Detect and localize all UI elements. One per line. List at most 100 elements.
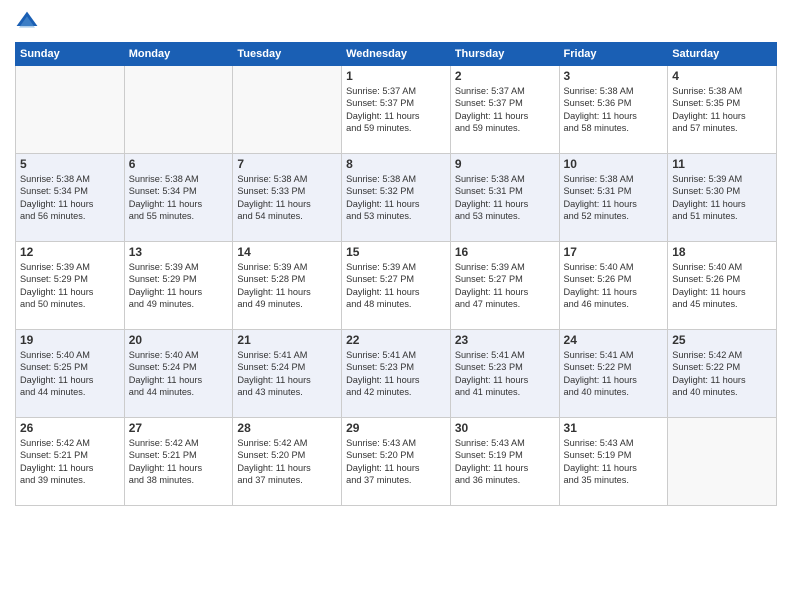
day-info: Sunrise: 5:38 AMSunset: 5:31 PMDaylight:… bbox=[455, 173, 555, 223]
calendar-cell: 18 Sunrise: 5:40 AMSunset: 5:26 PMDayligh… bbox=[668, 242, 777, 330]
day-number: 19 bbox=[20, 333, 120, 347]
day-info: Sunrise: 5:37 AMSunset: 5:37 PMDaylight:… bbox=[346, 85, 446, 135]
calendar-week-2: 5 Sunrise: 5:38 AMSunset: 5:34 PMDaylight… bbox=[16, 154, 777, 242]
day-number: 13 bbox=[129, 245, 229, 259]
day-number: 30 bbox=[455, 421, 555, 435]
day-number: 17 bbox=[564, 245, 664, 259]
calendar-cell bbox=[124, 66, 233, 154]
day-info: Sunrise: 5:39 AMSunset: 5:29 PMDaylight:… bbox=[129, 261, 229, 311]
day-info: Sunrise: 5:41 AMSunset: 5:22 PMDaylight:… bbox=[564, 349, 664, 399]
calendar-cell: 27 Sunrise: 5:42 AMSunset: 5:21 PMDayligh… bbox=[124, 418, 233, 506]
day-number: 12 bbox=[20, 245, 120, 259]
weekday-header-sunday: Sunday bbox=[16, 43, 125, 66]
day-number: 14 bbox=[237, 245, 337, 259]
calendar-cell: 30 Sunrise: 5:43 AMSunset: 5:19 PMDayligh… bbox=[450, 418, 559, 506]
day-info: Sunrise: 5:38 AMSunset: 5:34 PMDaylight:… bbox=[20, 173, 120, 223]
calendar-cell bbox=[668, 418, 777, 506]
day-info: Sunrise: 5:40 AMSunset: 5:25 PMDaylight:… bbox=[20, 349, 120, 399]
day-info: Sunrise: 5:40 AMSunset: 5:26 PMDaylight:… bbox=[672, 261, 772, 311]
calendar-cell: 8 Sunrise: 5:38 AMSunset: 5:32 PMDaylight… bbox=[342, 154, 451, 242]
day-info: Sunrise: 5:39 AMSunset: 5:28 PMDaylight:… bbox=[237, 261, 337, 311]
calendar-cell: 25 Sunrise: 5:42 AMSunset: 5:22 PMDayligh… bbox=[668, 330, 777, 418]
calendar-cell: 21Sunrise: 5:41 AMSunset: 5:24 PMDayligh… bbox=[233, 330, 342, 418]
day-info: Sunrise: 5:37 AMSunset: 5:37 PMDaylight:… bbox=[455, 85, 555, 135]
calendar-cell: 15 Sunrise: 5:39 AMSunset: 5:27 PMDayligh… bbox=[342, 242, 451, 330]
day-number: 7 bbox=[237, 157, 337, 171]
day-info: Sunrise: 5:40 AMSunset: 5:26 PMDaylight:… bbox=[564, 261, 664, 311]
calendar-cell: 29 Sunrise: 5:43 AMSunset: 5:20 PMDayligh… bbox=[342, 418, 451, 506]
day-number: 4 bbox=[672, 69, 772, 83]
calendar-cell: 14 Sunrise: 5:39 AMSunset: 5:28 PMDayligh… bbox=[233, 242, 342, 330]
calendar-cell: 20 Sunrise: 5:40 AMSunset: 5:24 PMDayligh… bbox=[124, 330, 233, 418]
day-info: Sunrise: 5:43 AMSunset: 5:20 PMDaylight:… bbox=[346, 437, 446, 487]
day-info: Sunrise: 5:38 AMSunset: 5:34 PMDaylight:… bbox=[129, 173, 229, 223]
calendar-cell: 9 Sunrise: 5:38 AMSunset: 5:31 PMDaylight… bbox=[450, 154, 559, 242]
calendar-week-3: 12 Sunrise: 5:39 AMSunset: 5:29 PMDayligh… bbox=[16, 242, 777, 330]
day-number: 26 bbox=[20, 421, 120, 435]
calendar-cell: 1 Sunrise: 5:37 AMSunset: 5:37 PMDaylight… bbox=[342, 66, 451, 154]
day-number: 9 bbox=[455, 157, 555, 171]
weekday-header-monday: Monday bbox=[124, 43, 233, 66]
weekday-header-friday: Friday bbox=[559, 43, 668, 66]
day-number: 27 bbox=[129, 421, 229, 435]
day-number: 15 bbox=[346, 245, 446, 259]
calendar-cell: 26 Sunrise: 5:42 AMSunset: 5:21 PMDayligh… bbox=[16, 418, 125, 506]
day-info: Sunrise: 5:40 AMSunset: 5:24 PMDaylight:… bbox=[129, 349, 229, 399]
header bbox=[15, 10, 777, 34]
day-number: 29 bbox=[346, 421, 446, 435]
day-info: Sunrise: 5:42 AMSunset: 5:22 PMDaylight:… bbox=[672, 349, 772, 399]
day-info: Sunrise: 5:42 AMSunset: 5:21 PMDaylight:… bbox=[129, 437, 229, 487]
day-info: Sunrise: 5:43 AMSunset: 5:19 PMDaylight:… bbox=[564, 437, 664, 487]
calendar-table: SundayMondayTuesdayWednesdayThursdayFrid… bbox=[15, 42, 777, 506]
day-number: 21 bbox=[237, 333, 337, 347]
day-info: Sunrise: 5:38 AMSunset: 5:36 PMDaylight:… bbox=[564, 85, 664, 135]
day-number: 24 bbox=[564, 333, 664, 347]
day-info: Sunrise: 5:41 AMSunset: 5:23 PMDaylight:… bbox=[346, 349, 446, 399]
day-info: Sunrise: 5:38 AMSunset: 5:32 PMDaylight:… bbox=[346, 173, 446, 223]
day-info: Sunrise: 5:38 AMSunset: 5:33 PMDaylight:… bbox=[237, 173, 337, 223]
day-info: Sunrise: 5:39 AMSunset: 5:29 PMDaylight:… bbox=[20, 261, 120, 311]
calendar-cell: 16Sunrise: 5:39 AMSunset: 5:27 PMDayligh… bbox=[450, 242, 559, 330]
calendar-cell: 2Sunrise: 5:37 AMSunset: 5:37 PMDaylight… bbox=[450, 66, 559, 154]
day-number: 5 bbox=[20, 157, 120, 171]
calendar-cell: 12 Sunrise: 5:39 AMSunset: 5:29 PMDayligh… bbox=[16, 242, 125, 330]
calendar-cell: 3Sunrise: 5:38 AMSunset: 5:36 PMDaylight… bbox=[559, 66, 668, 154]
calendar-cell: 19 Sunrise: 5:40 AMSunset: 5:25 PMDayligh… bbox=[16, 330, 125, 418]
day-number: 11 bbox=[672, 157, 772, 171]
day-number: 18 bbox=[672, 245, 772, 259]
calendar-cell: 24 Sunrise: 5:41 AMSunset: 5:22 PMDayligh… bbox=[559, 330, 668, 418]
day-number: 25 bbox=[672, 333, 772, 347]
calendar-week-4: 19 Sunrise: 5:40 AMSunset: 5:25 PMDayligh… bbox=[16, 330, 777, 418]
day-info: Sunrise: 5:39 AMSunset: 5:27 PMDaylight:… bbox=[346, 261, 446, 311]
calendar-cell: 17 Sunrise: 5:40 AMSunset: 5:26 PMDayligh… bbox=[559, 242, 668, 330]
day-number: 10 bbox=[564, 157, 664, 171]
day-number: 23 bbox=[455, 333, 555, 347]
day-info: Sunrise: 5:42 AMSunset: 5:20 PMDaylight:… bbox=[237, 437, 337, 487]
page: SundayMondayTuesdayWednesdayThursdayFrid… bbox=[0, 0, 792, 612]
calendar-cell bbox=[233, 66, 342, 154]
logo bbox=[15, 10, 42, 34]
day-info: Sunrise: 5:42 AMSunset: 5:21 PMDaylight:… bbox=[20, 437, 120, 487]
calendar-cell: 22 Sunrise: 5:41 AMSunset: 5:23 PMDayligh… bbox=[342, 330, 451, 418]
day-number: 1 bbox=[346, 69, 446, 83]
day-number: 28 bbox=[237, 421, 337, 435]
day-info: Sunrise: 5:39 AMSunset: 5:27 PMDaylight:… bbox=[455, 261, 555, 311]
weekday-header-tuesday: Tuesday bbox=[233, 43, 342, 66]
day-number: 20 bbox=[129, 333, 229, 347]
day-number: 31 bbox=[564, 421, 664, 435]
logo-icon bbox=[15, 10, 39, 34]
day-info: Sunrise: 5:39 AMSunset: 5:30 PMDaylight:… bbox=[672, 173, 772, 223]
calendar-cell: 7 Sunrise: 5:38 AMSunset: 5:33 PMDaylight… bbox=[233, 154, 342, 242]
calendar-cell: 4Sunrise: 5:38 AMSunset: 5:35 PMDaylight… bbox=[668, 66, 777, 154]
day-number: 8 bbox=[346, 157, 446, 171]
day-info: Sunrise: 5:43 AMSunset: 5:19 PMDaylight:… bbox=[455, 437, 555, 487]
day-number: 22 bbox=[346, 333, 446, 347]
calendar-cell bbox=[16, 66, 125, 154]
calendar-cell: 23Sunrise: 5:41 AMSunset: 5:23 PMDayligh… bbox=[450, 330, 559, 418]
calendar-cell: 6Sunrise: 5:38 AMSunset: 5:34 PMDaylight… bbox=[124, 154, 233, 242]
weekday-header-saturday: Saturday bbox=[668, 43, 777, 66]
weekday-header-wednesday: Wednesday bbox=[342, 43, 451, 66]
calendar-cell: 11 Sunrise: 5:39 AMSunset: 5:30 PMDayligh… bbox=[668, 154, 777, 242]
weekday-header-thursday: Thursday bbox=[450, 43, 559, 66]
calendar-week-5: 26 Sunrise: 5:42 AMSunset: 5:21 PMDayligh… bbox=[16, 418, 777, 506]
